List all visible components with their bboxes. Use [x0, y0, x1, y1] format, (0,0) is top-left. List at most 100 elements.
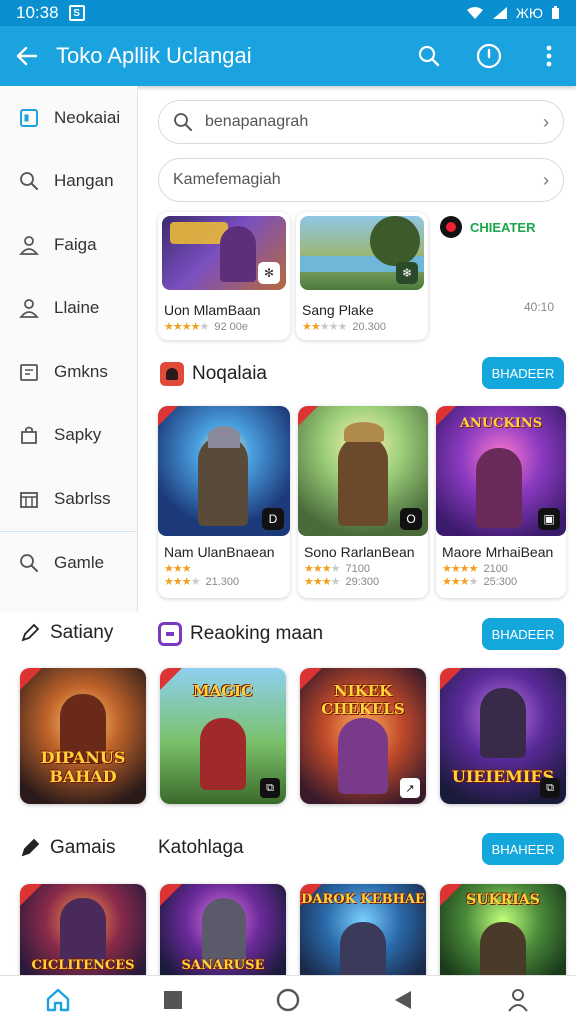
sidebar-item-neokaiai[interactable]: Neokaiai: [0, 86, 137, 150]
status-bar: 10:38 S ЖЮ: [0, 0, 576, 26]
sidebar-item-label: Neokaiai: [54, 107, 121, 127]
app-name: Uon MlamBaan: [164, 302, 261, 318]
battery-icon: [552, 6, 559, 19]
tile-ribbon: [20, 884, 42, 906]
grid-icon: [18, 488, 40, 510]
app-badge-icon: ▣: [538, 508, 560, 530]
sidebar-item-faiga[interactable]: Faiga: [0, 213, 137, 277]
app-badge-icon: ❄: [396, 262, 418, 284]
featured-card[interactable]: ✻ Uon MlamBaan ★★★★★ 92 00e: [158, 212, 290, 340]
app-bar: Toko Apllik Uclangai: [0, 26, 576, 86]
app-badge-icon: ↗: [400, 778, 420, 798]
bag-icon: [18, 424, 40, 446]
tile-title: SUKRIAS: [466, 892, 540, 908]
signal-icon: [492, 7, 507, 19]
sidebar-item-hangan[interactable]: Hangan: [0, 150, 137, 214]
person-icon: [18, 297, 40, 319]
secondary-search-placeholder: Kamefemagiah: [173, 171, 281, 188]
section-side-header: Satiany: [20, 622, 113, 644]
see-more-button[interactable]: BHAHEER: [482, 833, 564, 865]
app-badge-icon: O: [400, 508, 422, 530]
app-meta: ★★★★★ 20.300: [302, 320, 386, 334]
game-card[interactable]: O Sono RarlanBean ★★★★ 7100 ★★★★ 29:300: [298, 406, 428, 598]
sidebar-item-label: Hangan: [54, 171, 114, 191]
game-tile[interactable]: SUKRIAS: [440, 884, 566, 975]
game-thumbnail: ANUCKINS ▣: [436, 406, 566, 536]
sidebar-item-sapky[interactable]: Sapky: [0, 404, 137, 468]
rating-stars: ★★★★: [442, 563, 478, 575]
game-meta: ★★★★ 21.300: [164, 575, 240, 589]
app-badge-icon: D: [262, 508, 284, 530]
sidebar-item-label: Faiga: [54, 234, 97, 254]
featured-thumbnail: ❄: [300, 216, 424, 290]
section-header: Reaoking maan: [158, 622, 323, 646]
clock-icon[interactable]: [476, 43, 502, 69]
chevron-right-icon: ›: [543, 169, 549, 190]
tile-title: CICLITENCES: [31, 958, 135, 973]
game-tile[interactable]: MAGIC ⧉: [160, 668, 286, 804]
edit-icon: [21, 623, 40, 642]
game-name: Nam UlanBnaean: [164, 544, 275, 560]
back-arrow-icon[interactable]: [14, 43, 40, 69]
bottom-nav: [0, 975, 576, 1024]
app-badge-icon: ✻: [258, 262, 280, 284]
featured-card[interactable]: ❄ Sang Plake ★★★★★ 20.300: [296, 212, 428, 340]
app-name: Sang Plake: [302, 302, 374, 318]
side-app-name: CHIEATER: [470, 219, 536, 235]
see-more-button[interactable]: BHADEER: [482, 618, 564, 650]
status-time: 10:38: [16, 3, 59, 22]
section-app-icon: [158, 622, 182, 646]
tile-title: DIPANUS BAHAD: [40, 748, 126, 786]
home-icon[interactable]: [38, 980, 78, 1020]
game-name: Sono RarlanBean: [304, 544, 415, 560]
sidebar-item-label: Gmkns: [54, 361, 108, 381]
profile-icon[interactable]: [498, 980, 538, 1020]
search-icon[interactable]: [416, 43, 442, 69]
game-tile[interactable]: NIKEK CHEKELS ↗: [300, 668, 426, 804]
game-name: Maore MrhaiBean: [442, 544, 554, 560]
sidebar-item-gamle[interactable]: Gamle: [0, 532, 137, 596]
search-input[interactable]: benapanagrah ›: [158, 100, 564, 144]
more-vert-icon[interactable]: [536, 43, 562, 69]
wifi-icon: [466, 7, 483, 19]
person-icon: [18, 234, 40, 256]
rating-stars: ★★★★: [442, 576, 478, 588]
game-tile[interactable]: DAROK KEBHAE: [300, 884, 426, 975]
section-header: Noqalaia: [160, 362, 267, 386]
search-icon: [174, 113, 192, 131]
chevron-right-icon: ›: [543, 111, 549, 132]
sidebar-item-gmkns[interactable]: Gmkns: [0, 340, 137, 404]
calendar-icon: [18, 361, 40, 383]
tile-title: DAROK KEBHAE: [301, 892, 425, 907]
secondary-search-input[interactable]: Kamefemagiah ›: [158, 158, 564, 202]
rating-stars: ★★★★★: [302, 321, 347, 333]
game-rating: ★★★★ 7100: [304, 562, 370, 576]
app-logo-icon: [440, 216, 462, 238]
game-rating: ★★★★ 2100: [442, 562, 508, 576]
section-header: Katohlaga: [158, 837, 244, 859]
recents-square-icon[interactable]: [153, 980, 193, 1020]
search-icon: [18, 552, 40, 574]
search-placeholder: benapanagrah: [205, 113, 309, 130]
home-circle-icon[interactable]: [268, 980, 308, 1020]
game-tile[interactable]: SANARUSE: [160, 884, 286, 975]
section-side-title: Satiany: [50, 622, 114, 643]
game-meta: ★★★★ 25:300: [442, 575, 518, 589]
search-icon: [18, 170, 40, 192]
game-thumbnail: D: [158, 406, 290, 536]
sidebar-item-label: Sapky: [54, 425, 102, 445]
game-card[interactable]: D Nam UlanBnaean ★★★ ★★★★ 21.300: [158, 406, 290, 598]
game-tile[interactable]: UIEIEMIES ⧉: [440, 668, 566, 804]
tile-ribbon: [20, 668, 42, 690]
rating-stars: ★★★★: [304, 576, 340, 588]
game-tile[interactable]: CICLITENCES: [20, 884, 146, 975]
back-triangle-icon[interactable]: [383, 980, 423, 1020]
featured-side-app[interactable]: CHIEATER: [440, 216, 535, 238]
tile-ribbon: [160, 884, 182, 906]
see-more-button[interactable]: BHADEER: [482, 357, 564, 389]
game-card[interactable]: ANUCKINS ▣ Maore MrhaiBean ★★★★ 2100 ★★★★…: [436, 406, 566, 598]
sidebar-item-sabrlss[interactable]: Sabrlss: [0, 467, 137, 531]
sidebar-item-llaine[interactable]: Llaine: [0, 277, 137, 341]
game-tile[interactable]: DIPANUS BAHAD: [20, 668, 146, 804]
sidebar-item-label: Sabrlss: [54, 488, 111, 508]
